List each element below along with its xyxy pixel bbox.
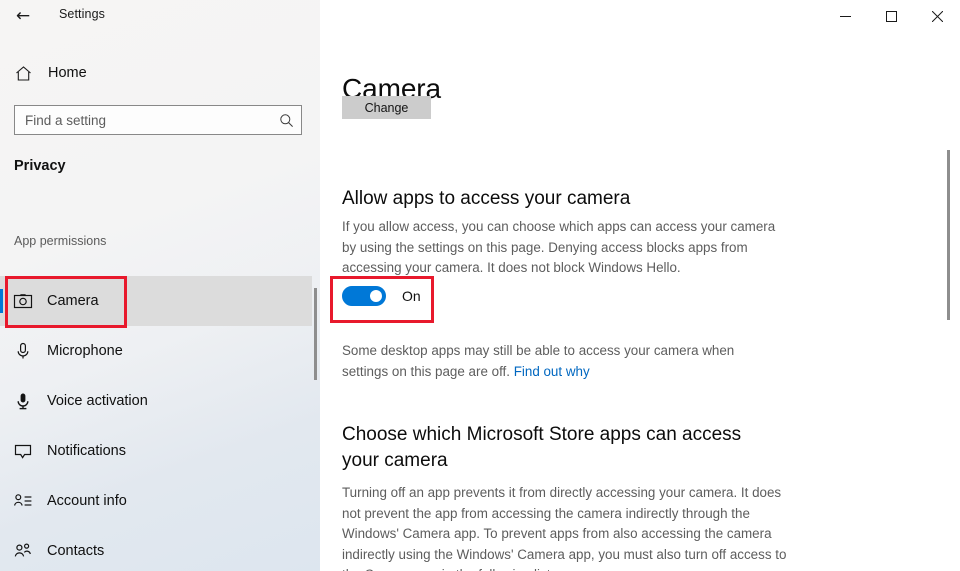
- contacts-icon: [0, 541, 46, 561]
- sidebar-group-label: App permissions: [14, 234, 107, 248]
- selection-indicator: [0, 289, 3, 313]
- camera-access-toggle-row: On: [342, 286, 421, 306]
- sidebar-item-home-label: Home: [48, 65, 87, 81]
- app-title: Settings: [59, 7, 105, 21]
- sidebar-scrollbar-thumb[interactable]: [314, 288, 317, 380]
- title-bar: ← Settings: [0, 0, 960, 32]
- choose-apps-description: Turning off an app prevents it from dire…: [342, 485, 787, 571]
- search-input[interactable]: [15, 106, 271, 134]
- change-button[interactable]: Change: [342, 96, 431, 119]
- sidebar-item-microphone[interactable]: Microphone: [0, 326, 312, 376]
- allow-apps-description: If you allow access, you can choose whic…: [342, 219, 776, 276]
- sidebar-item-camera[interactable]: Camera: [0, 276, 312, 326]
- sidebar-nav-list: Camera Microphone Voice activation Notif…: [0, 276, 312, 571]
- sidebar-item-notifications-label: Notifications: [47, 443, 126, 459]
- minimize-button[interactable]: [822, 0, 868, 32]
- account-info-icon: [0, 491, 46, 511]
- sidebar: Home Privacy App permissions: [0, 0, 320, 571]
- maximize-button[interactable]: [868, 0, 914, 32]
- sidebar-item-account-info-label: Account info: [47, 493, 127, 509]
- sidebar-item-home[interactable]: Home: [0, 58, 300, 88]
- microphone-icon: [0, 341, 46, 361]
- minimize-icon: [839, 15, 851, 17]
- window-controls: [822, 0, 960, 32]
- search-box[interactable]: [14, 105, 302, 135]
- allow-apps-heading: Allow apps to access your camera: [342, 187, 631, 209]
- close-icon: [931, 10, 943, 22]
- back-button[interactable]: ←: [0, 0, 46, 32]
- choose-apps-heading: Choose which Microsoft Store apps can ac…: [342, 423, 742, 471]
- camera-icon: [0, 291, 46, 311]
- sidebar-item-account-info[interactable]: Account info: [0, 476, 312, 526]
- desktop-apps-note: Some desktop apps may still be able to a…: [342, 341, 762, 382]
- maximize-icon: [885, 10, 897, 22]
- sidebar-item-microphone-label: Microphone: [47, 343, 123, 359]
- notifications-icon: [0, 441, 46, 461]
- back-arrow-icon: ←: [15, 5, 31, 26]
- camera-access-toggle[interactable]: [342, 286, 386, 306]
- sidebar-item-contacts-label: Contacts: [47, 543, 105, 559]
- sidebar-item-voice-activation-label: Voice activation: [47, 393, 148, 409]
- main-scrollbar-thumb[interactable]: [947, 150, 950, 320]
- sidebar-item-contacts[interactable]: Contacts: [0, 526, 312, 571]
- find-out-why-link[interactable]: Find out why: [514, 364, 590, 379]
- voice-activation-icon: [0, 391, 46, 411]
- toggle-state-label: On: [402, 288, 421, 304]
- sidebar-section-title: Privacy: [14, 158, 66, 174]
- close-button[interactable]: [914, 0, 960, 32]
- sidebar-item-notifications[interactable]: Notifications: [0, 426, 312, 476]
- settings-window: ← Settings Home Find a setting Privacy A…: [0, 0, 960, 571]
- sidebar-item-voice-activation[interactable]: Voice activation: [0, 376, 312, 426]
- sidebar-item-camera-label: Camera: [47, 293, 99, 309]
- home-icon: [0, 64, 46, 83]
- search-icon: [271, 113, 301, 128]
- toggle-knob: [370, 290, 382, 302]
- main-content: Camera Change Allow apps to access your …: [320, 0, 960, 571]
